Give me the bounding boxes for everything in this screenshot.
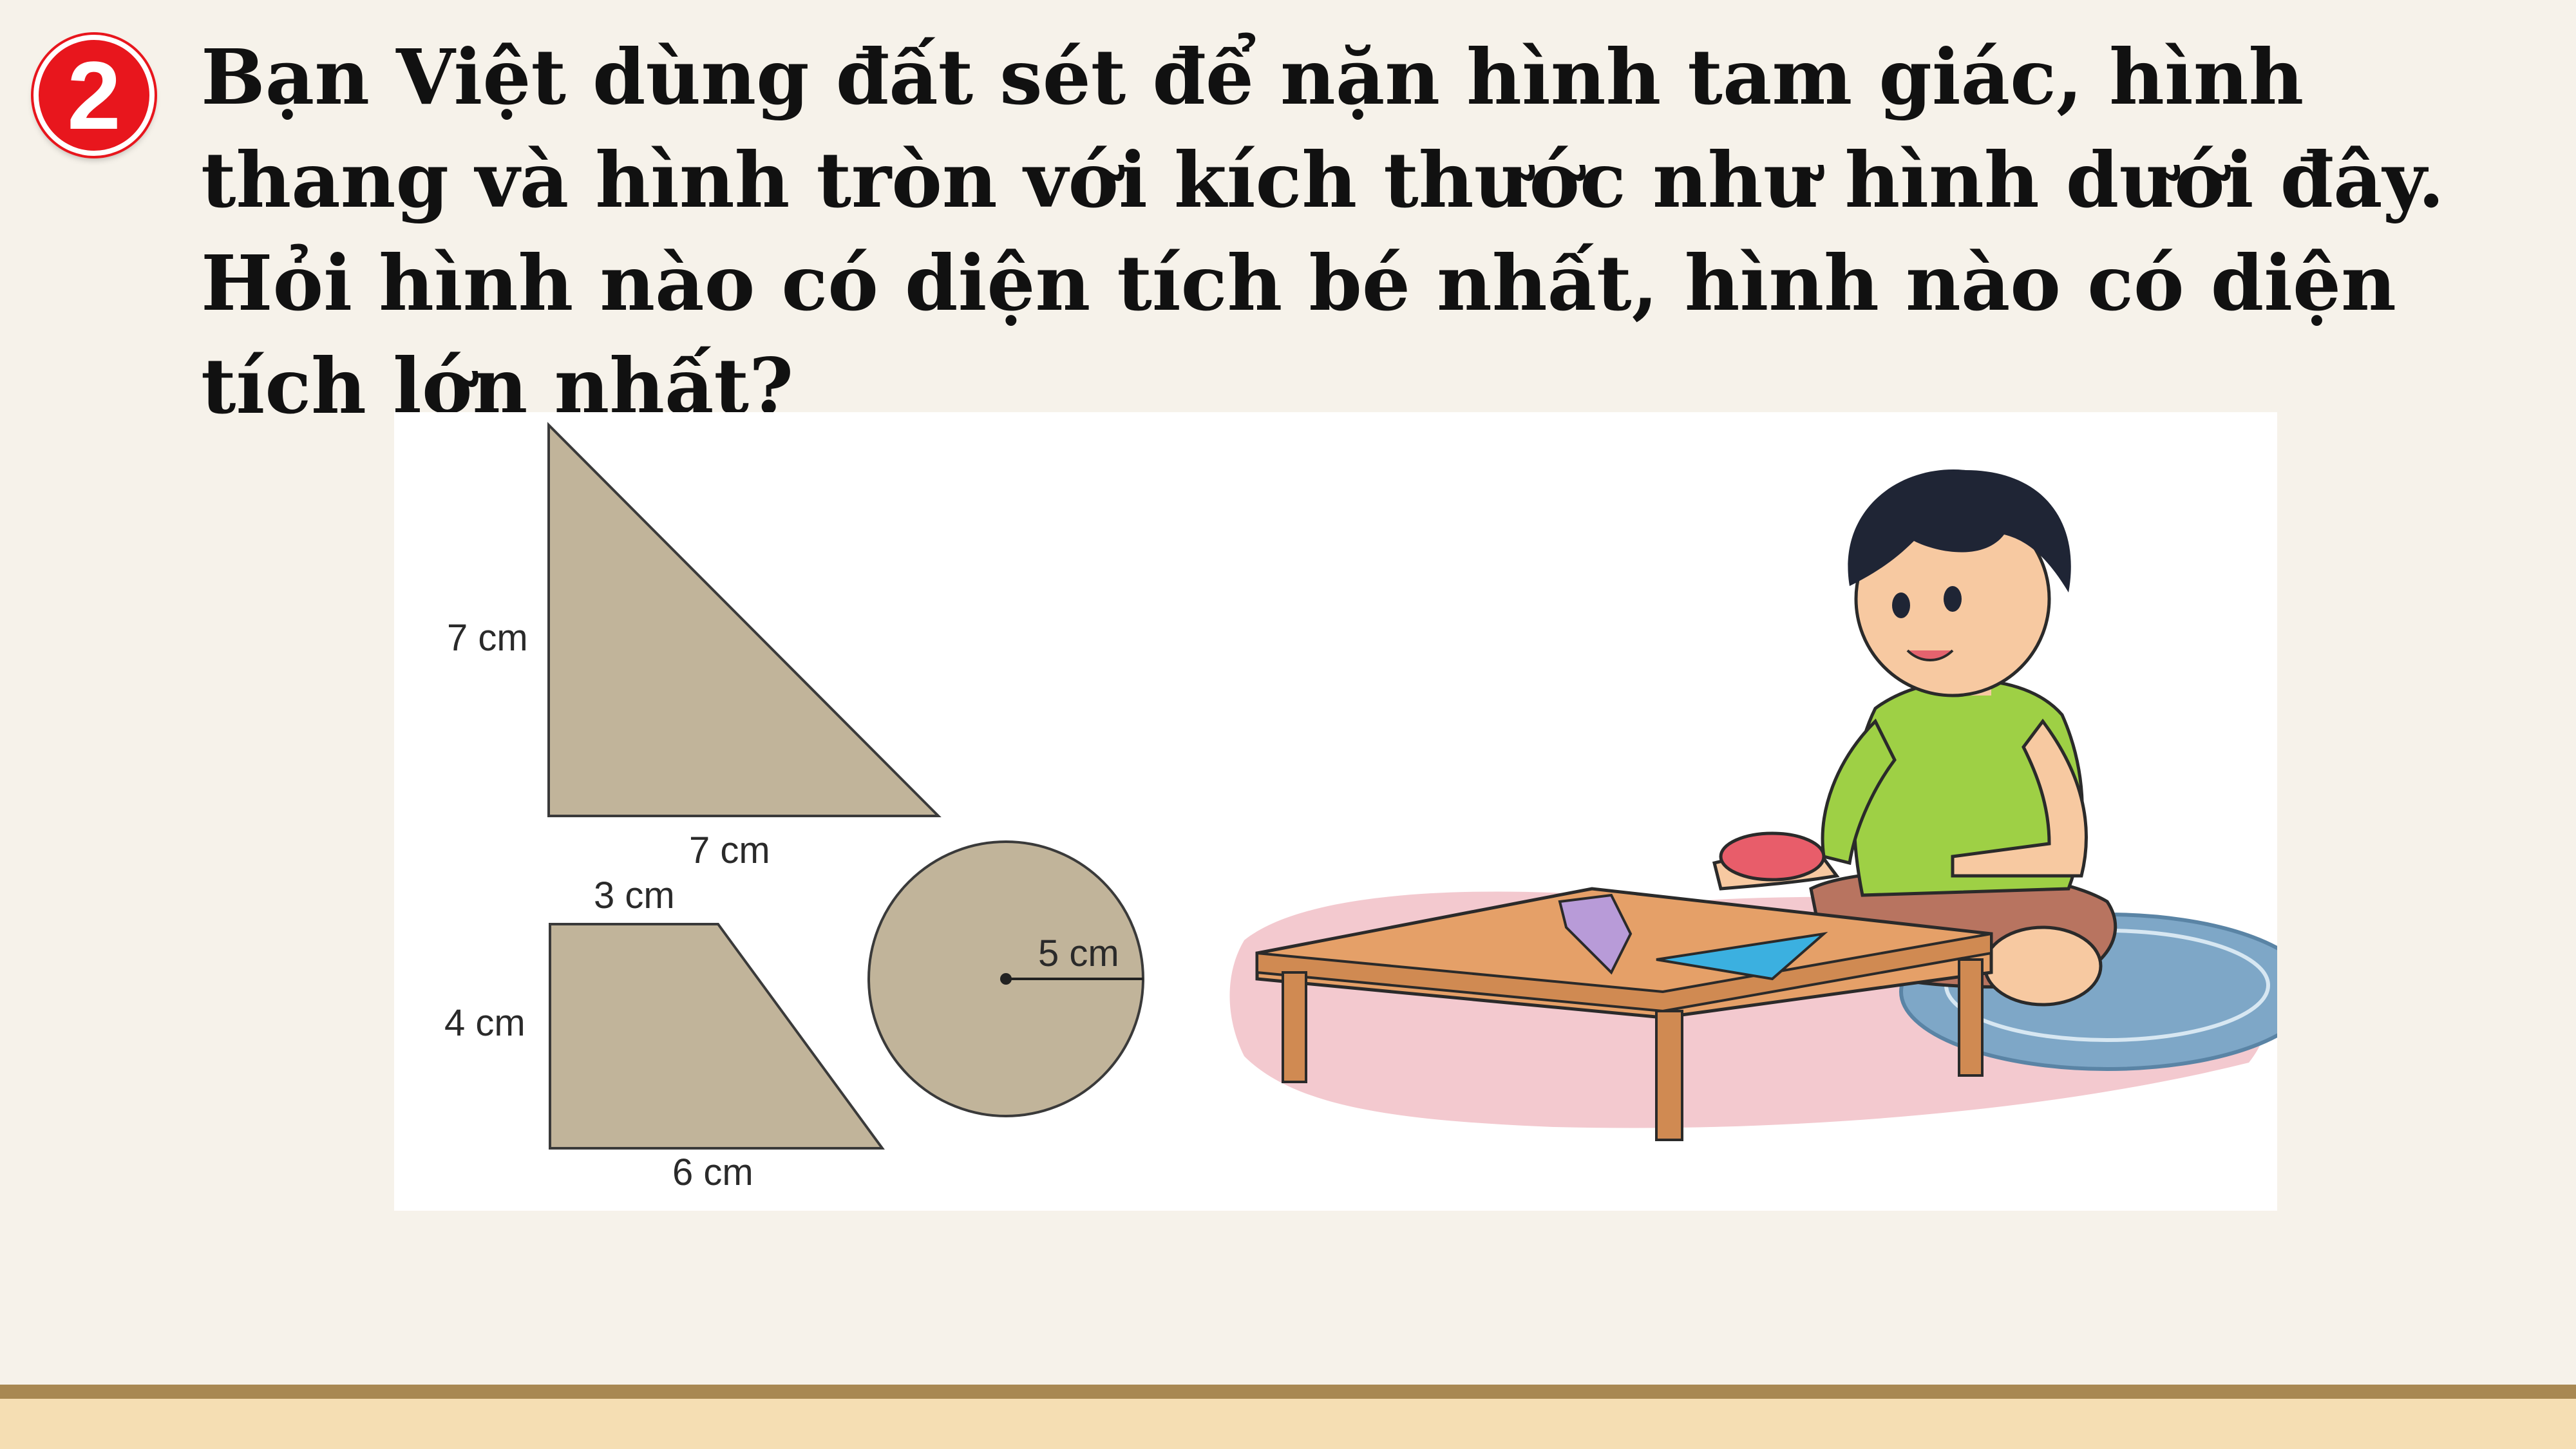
triangle-height-label: 7 cm bbox=[447, 617, 528, 659]
footer-divider bbox=[0, 1385, 2576, 1399]
trapezoid-bottom-label: 6 cm bbox=[672, 1151, 753, 1193]
circle-center-dot bbox=[1000, 973, 1012, 985]
circle-radius-label: 5 cm bbox=[1038, 933, 1119, 974]
illustration-panel: 7 cm 7 cm 3 cm 4 cm 6 cm 5 cm bbox=[394, 412, 2277, 1211]
illustration-svg: 7 cm 7 cm 3 cm 4 cm 6 cm 5 cm bbox=[444, 422, 2277, 1193]
boy-with-table-illustration bbox=[1229, 469, 2277, 1141]
clay-triangle bbox=[547, 422, 942, 817]
clay-trapezoid bbox=[549, 923, 885, 1150]
trapezoid-height-label: 4 cm bbox=[444, 1002, 526, 1044]
exercise-number-badge: 2 bbox=[33, 35, 155, 156]
trapezoid-top-label: 3 cm bbox=[594, 875, 675, 916]
question-text: Bạn Việt dùng đất sét để nặn hình tam gi… bbox=[201, 32, 2445, 431]
footer-band bbox=[0, 1399, 2576, 1449]
triangle-base-label: 7 cm bbox=[689, 829, 770, 871]
